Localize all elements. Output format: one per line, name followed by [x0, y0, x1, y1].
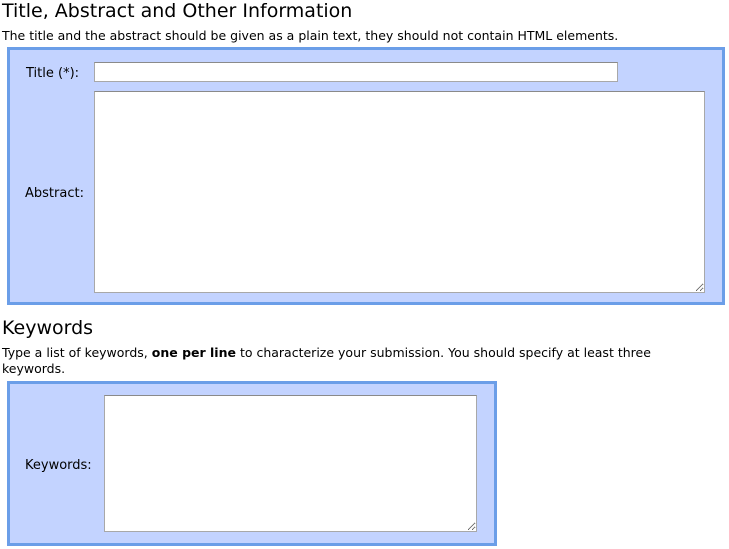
- title-abstract-panel: Title (*): Abstract:: [7, 47, 725, 305]
- title-section-heading: Title, Abstract and Other Information: [2, 0, 353, 22]
- abstract-label: Abstract:: [25, 186, 84, 201]
- title-input[interactable]: [94, 62, 618, 82]
- title-label: Title (*):: [26, 66, 80, 81]
- keywords-panel: Keywords:: [7, 381, 497, 546]
- keywords-section-description: Type a list of keywords, one per line to…: [2, 345, 717, 377]
- keywords-textarea[interactable]: [104, 395, 477, 532]
- keywords-label: Keywords:: [25, 458, 92, 473]
- abstract-textarea[interactable]: [94, 91, 705, 293]
- keywords-description-emphasis: one per line: [151, 345, 236, 360]
- keywords-description-text-before: Type a list of keywords,: [2, 345, 152, 360]
- title-section-description: The title and the abstract should be giv…: [2, 28, 619, 43]
- keywords-section-heading: Keywords: [2, 317, 94, 339]
